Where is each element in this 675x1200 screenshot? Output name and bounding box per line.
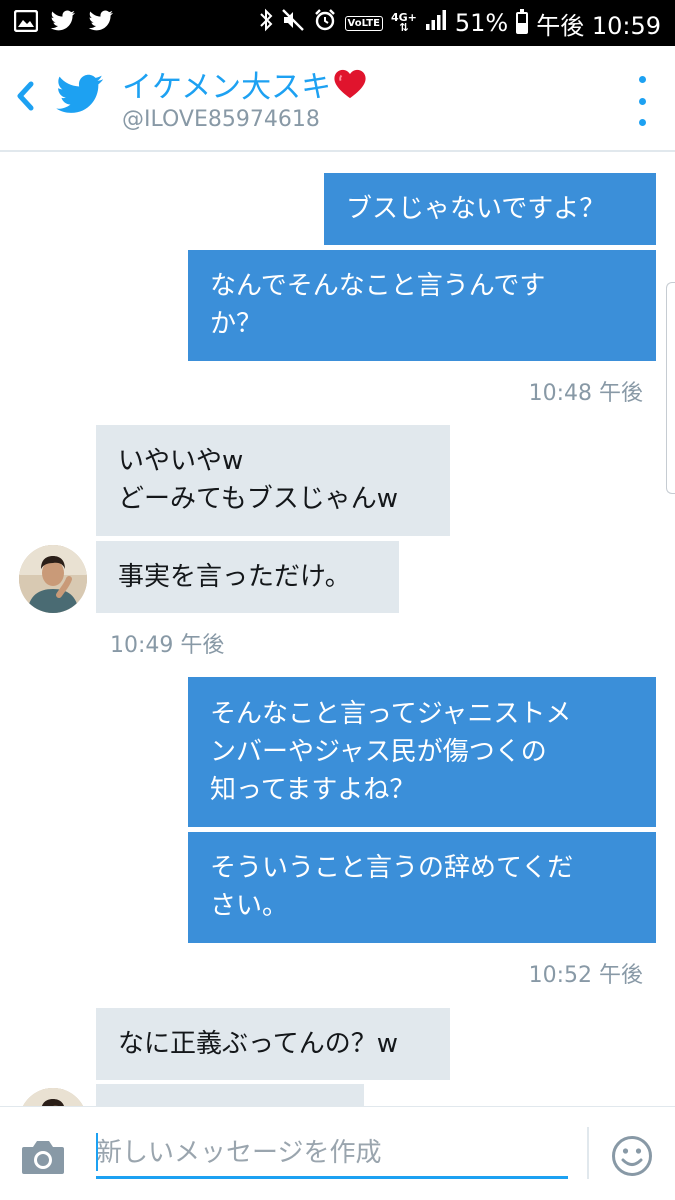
back-button[interactable] — [10, 76, 40, 116]
message-timestamp: 10:48 午後 — [528, 381, 643, 406]
menu-dot — [638, 97, 646, 105]
mute-icon — [281, 8, 305, 38]
camera-icon — [22, 1141, 64, 1174]
message-line: ンバーやジャス民が傷つくの — [210, 737, 547, 767]
alarm-icon — [313, 8, 337, 38]
message-bubble-outgoing[interactable]: そういうこと言うの辞めてくだ さい。 — [188, 832, 656, 943]
message-composer — [0, 1106, 675, 1200]
message-bubble-outgoing[interactable]: なんでそんなこと言うんです か？ — [188, 250, 656, 361]
message-line: そんなこと言ってジャニストメ — [210, 699, 572, 729]
more-options-button[interactable] — [630, 76, 654, 126]
message-bubble-incoming[interactable]: なに正義ぶってんの？w — [96, 1008, 450, 1080]
message-line: 知ってますよね？ — [210, 775, 416, 805]
menu-dot — [638, 119, 646, 126]
contact-name-text: イケメン大スキ — [122, 70, 332, 105]
battery-icon — [516, 9, 529, 34]
clock: 午後 10:59 — [536, 11, 661, 40]
message-input[interactable] — [96, 1129, 568, 1179]
message-timestamp: 10:49 午後 — [110, 633, 225, 658]
image-icon — [13, 9, 39, 36]
status-bar: VoLTE 4G+ ⇅ 51% 午後 10:59 — [0, 0, 675, 46]
message-line: いやいやw — [118, 446, 244, 476]
menu-dot — [638, 76, 646, 83]
message-line: なんでそんなこと言うんです — [210, 271, 546, 301]
message-line: ブスじゃないですよ？ — [346, 194, 606, 224]
twitter-bird-icon — [55, 74, 105, 116]
camera-button[interactable] — [20, 1137, 66, 1177]
message-line: か？ — [210, 309, 263, 339]
composer-divider — [587, 1127, 589, 1179]
avatar[interactable] — [19, 545, 87, 613]
text-caret — [96, 1133, 98, 1171]
contact-name[interactable]: イケメン大スキ — [122, 62, 367, 106]
message-line: そういうこと言うの辞めてくだ — [210, 853, 574, 883]
volte-icon: VoLTE — [344, 15, 383, 31]
emoji-button[interactable] — [611, 1135, 653, 1177]
message-bubble-outgoing[interactable]: そんなこと言ってジャニストメ ンバーやジャス民が傷つくの 知ってますよね？ — [188, 677, 656, 827]
message-timestamp: 10:52 午後 — [528, 963, 643, 988]
twitter-notification-icon — [88, 10, 114, 36]
chevron-left-icon — [17, 81, 34, 111]
contact-handle: @ILOVE85974618 — [122, 107, 320, 132]
conversation-header: イケメン大スキ @ILOVE85974618 — [0, 46, 675, 152]
bluetooth-icon — [259, 8, 273, 38]
scroll-handle[interactable] — [666, 282, 675, 494]
heart-icon — [334, 69, 366, 99]
message-line: なに正義ぶってんの？w — [118, 1029, 398, 1059]
status-bar-system: VoLTE 4G+ ⇅ 51% 午後 10:59 — [259, 0, 661, 46]
lte-icon: 4G+ ⇅ — [390, 11, 417, 34]
network-type: 4G+ — [390, 11, 417, 24]
message-bubble-incoming[interactable]: 事実を言っただけ。 — [96, 541, 399, 613]
battery-percent: 51% — [454, 9, 509, 37]
twitter-notification-icon — [50, 10, 76, 36]
signal-icon — [425, 9, 447, 37]
message-line: どーみてもブスじゃんw — [118, 484, 398, 514]
status-bar-notifications — [13, 0, 114, 46]
message-bubble-outgoing[interactable]: ブスじゃないですよ？ — [324, 173, 656, 245]
message-bubble-incoming[interactable]: いやいやw どーみてもブスじゃんw — [96, 425, 450, 536]
message-line: 事実を言っただけ。 — [118, 562, 351, 592]
smiley-icon — [612, 1136, 652, 1176]
message-line: さい。 — [210, 891, 289, 921]
